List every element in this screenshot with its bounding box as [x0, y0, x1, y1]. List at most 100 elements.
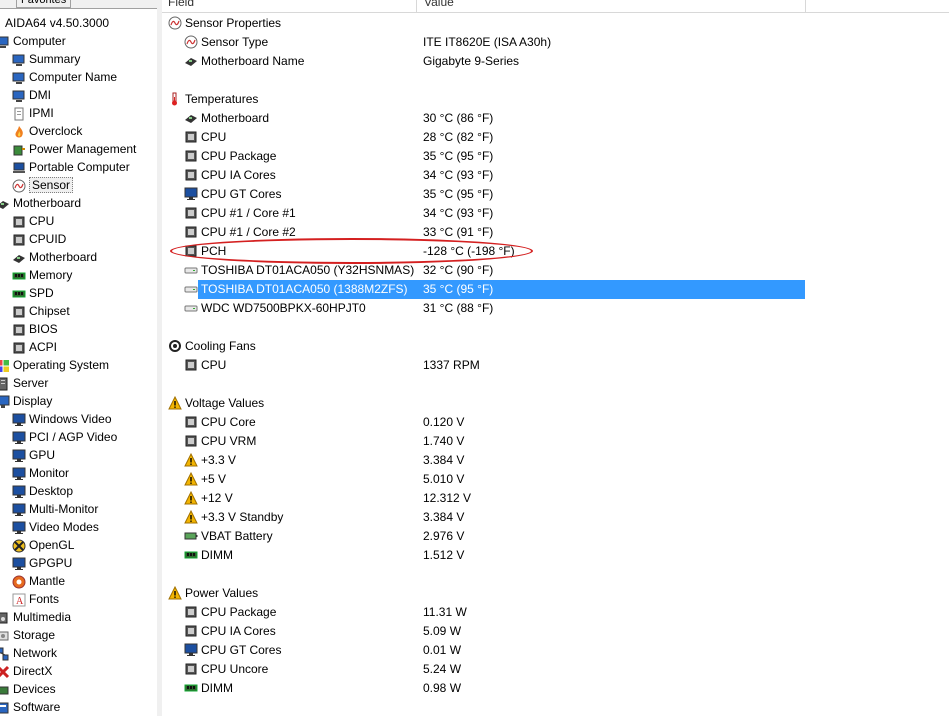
tree-item-label: Computer: [13, 34, 66, 48]
tree-item-chipset[interactable]: Chipset: [12, 302, 70, 320]
group-header-row[interactable]: Cooling Fans: [162, 337, 949, 356]
sensor-row[interactable]: CPU 28 °C (82 °F): [162, 128, 949, 147]
group-header-row[interactable]: Temperatures: [162, 90, 949, 109]
tree-item-gpu[interactable]: GPU: [12, 446, 55, 464]
monitor-icon: [12, 485, 26, 499]
tree-item-overclock[interactable]: Overclock: [12, 122, 82, 140]
sensor-row[interactable]: CPU GT Cores 0.01 W: [162, 641, 949, 660]
tree-item-label: Chipset: [29, 304, 70, 318]
windows-icon: [0, 359, 10, 373]
column-divider[interactable]: [416, 0, 417, 12]
sensor-row[interactable]: CPU Package 35 °C (95 °F): [162, 147, 949, 166]
sensor-row[interactable]: Motherboard 30 °C (86 °F): [162, 109, 949, 128]
tree-item-video-modes[interactable]: Video Modes: [12, 518, 99, 536]
tree-item-multimedia[interactable]: Multimedia: [0, 608, 71, 626]
tree-item-aida64-v4-50-3000[interactable]: AAIDA64 v4.50.3000: [0, 14, 109, 32]
tree-item-label: Video Modes: [29, 520, 99, 534]
sensor-row[interactable]: TOSHIBA DT01ACA050 (1388M2ZFS) 35 °C (95 …: [162, 280, 949, 299]
column-header-value[interactable]: Value: [424, 0, 454, 10]
tree-item-label: DirectX: [13, 664, 53, 678]
software-icon: [0, 701, 10, 715]
tree-item-directx[interactable]: DirectX: [0, 662, 52, 680]
battery-icon: [184, 529, 198, 543]
monitor-icon: [12, 449, 26, 463]
tree-item-server[interactable]: Server: [0, 374, 48, 392]
sensor-row[interactable]: Sensor Type ITE IT8620E (ISA A30h): [162, 33, 949, 52]
group-header-row[interactable]: Voltage Values: [162, 394, 949, 413]
monitor-icon: [12, 413, 26, 427]
field-value: 5.09 W: [423, 624, 462, 638]
tree-item-computer[interactable]: Computer: [0, 32, 66, 50]
tree-item-memory[interactable]: Memory: [12, 266, 72, 284]
sensor-row[interactable]: DIMM 1.512 V: [162, 546, 949, 565]
sensor-row[interactable]: CPU GT Cores 35 °C (95 °F): [162, 185, 949, 204]
sensor-row[interactable]: DIMM 0.98 W: [162, 679, 949, 698]
tree-item-desktop[interactable]: Desktop: [12, 482, 73, 500]
tree-item-portable-computer[interactable]: Portable Computer: [12, 158, 130, 176]
field-label: +3.3 V Standby: [201, 510, 284, 524]
chip-icon: [184, 130, 198, 144]
tree-item-monitor[interactable]: Monitor: [12, 464, 69, 482]
field-value: 34 °C (93 °F): [423, 168, 494, 182]
tree-item-devices[interactable]: Devices: [0, 680, 56, 698]
tree-item-bios[interactable]: BIOS: [12, 320, 58, 338]
sensor-row[interactable]: CPU Package 11.31 W: [162, 603, 949, 622]
sensor-row[interactable]: TOSHIBA DT01ACA050 (Y32HSNMAS) 32 °C (90 …: [162, 261, 949, 280]
tree-item-sensor[interactable]: Sensor: [12, 176, 74, 194]
sensor-row[interactable]: +5 V 5.010 V: [162, 470, 949, 489]
tree-item-storage[interactable]: Storage: [0, 626, 55, 644]
warning-icon: [184, 452, 198, 467]
sensor-row[interactable]: CPU 1337 RPM: [162, 356, 949, 375]
tree-item-motherboard[interactable]: Motherboard: [12, 248, 97, 266]
field-label: CPU Package: [201, 149, 277, 163]
tree-item-windows-video[interactable]: Windows Video: [12, 410, 112, 428]
tree-item-cpu[interactable]: CPU: [12, 212, 54, 230]
sensor-row[interactable]: WDC WD7500BPKX-60HPJT0 31 °C (88 °F): [162, 299, 949, 318]
sensor-row[interactable]: +3.3 V 3.384 V: [162, 451, 949, 470]
monitor-icon: [184, 643, 198, 657]
sensor-row[interactable]: +12 V 12.312 V: [162, 489, 949, 508]
tree-item-opengl[interactable]: OpenGL: [12, 536, 74, 554]
thermometer-icon: [168, 92, 182, 106]
tree-item-computer-name[interactable]: Computer Name: [12, 68, 117, 86]
tree-item-gpgpu[interactable]: GPGPU: [12, 554, 72, 572]
sensor-row[interactable]: CPU VRM 1.740 V: [162, 432, 949, 451]
sensor-row[interactable]: CPU IA Cores 34 °C (93 °F): [162, 166, 949, 185]
column-header-field[interactable]: Field: [168, 0, 194, 10]
tree-item-display[interactable]: Display: [0, 392, 52, 410]
tree-item-motherboard[interactable]: Motherboard: [0, 194, 81, 212]
tree-item-network[interactable]: Network: [0, 644, 57, 662]
column-header: Field Value: [162, 0, 949, 13]
sensor-row[interactable]: Motherboard Name Gigabyte 9-Series: [162, 52, 949, 71]
sensor-row[interactable]: CPU #1 / Core #1 34 °C (93 °F): [162, 204, 949, 223]
tree-item-multi-monitor[interactable]: Multi-Monitor: [12, 500, 98, 518]
tree-item-acpi[interactable]: ACPI: [12, 338, 57, 356]
tree-item-summary[interactable]: Summary: [12, 50, 80, 68]
chip-icon: [184, 624, 198, 638]
chip-icon: [12, 215, 26, 229]
tree-item-software[interactable]: Software: [0, 698, 60, 716]
tree-item-spd[interactable]: SPD: [12, 284, 54, 302]
sensor-row[interactable]: VBAT Battery 2.976 V: [162, 527, 949, 546]
tree-item-pci-agp-video[interactable]: PCI / AGP Video: [12, 428, 117, 446]
tab-favorites[interactable]: Favorites: [16, 0, 72, 8]
column-divider[interactable]: [805, 0, 806, 12]
tree-item-dmi[interactable]: DMI: [12, 86, 51, 104]
tree-item-operating-system[interactable]: Operating System: [0, 356, 109, 374]
tree-item-ipmi[interactable]: IPMI: [12, 104, 54, 122]
computer-icon: [12, 89, 26, 103]
sensor-row[interactable]: CPU Uncore 5.24 W: [162, 660, 949, 679]
tree-item-mantle[interactable]: Mantle: [12, 572, 65, 590]
sensor-row[interactable]: CPU IA Cores 5.09 W: [162, 622, 949, 641]
tree-item-label: Storage: [13, 628, 56, 642]
sensor-row[interactable]: +3.3 V Standby 3.384 V: [162, 508, 949, 527]
tree-item-cpuid[interactable]: CPUID: [12, 230, 66, 248]
tree-item-fonts[interactable]: A Fonts: [12, 590, 59, 608]
warning-icon: [168, 585, 182, 600]
tree-item-power-management[interactable]: Power Management: [12, 140, 136, 158]
group-header-row[interactable]: Sensor Properties: [162, 14, 949, 33]
aida64-icon: A: [0, 17, 2, 31]
sensor-row[interactable]: CPU Core 0.120 V: [162, 413, 949, 432]
group-header-row[interactable]: Power Values: [162, 584, 949, 603]
tree-item-label: Memory: [29, 268, 73, 282]
